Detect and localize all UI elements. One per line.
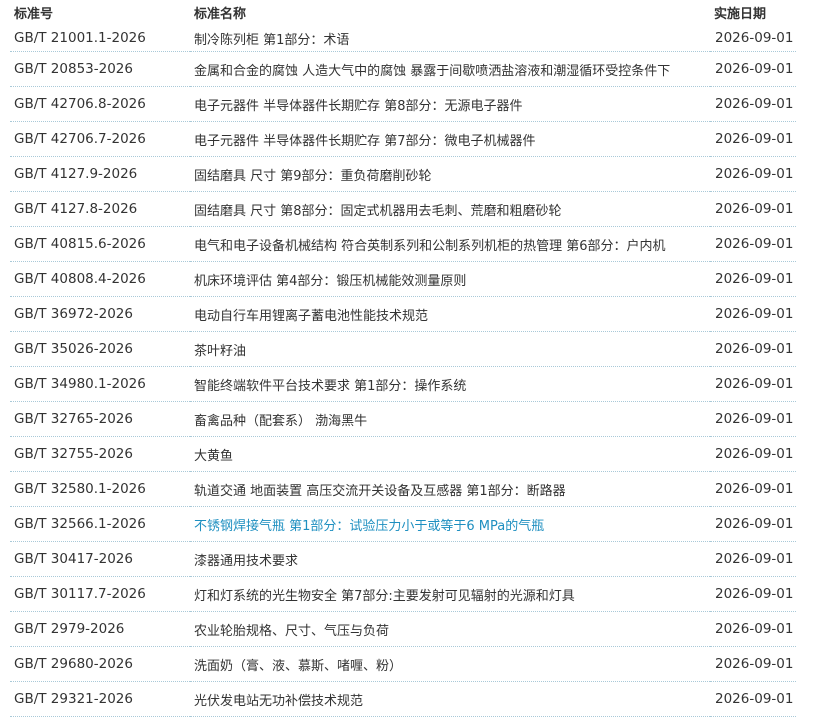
effective-date: 2026-09-01 xyxy=(710,191,796,227)
standard-code: GB/T 32580.1-2026 xyxy=(10,471,190,507)
standard-code: GB/T 30417-2026 xyxy=(10,541,190,577)
table-row[interactable]: GB/T 34980.1-2026 智能终端软件平台技术要求 第1部分：操作系统 2… xyxy=(10,366,796,402)
table-row[interactable]: GB/T 32566.1-2026 不锈钢焊接气瓶 第1部分：试验压力小于或等于6… xyxy=(10,506,796,542)
table-row[interactable]: GB/T 32765-2026 畜禽品种（配套系） 渤海黑牛 2026-09-01 xyxy=(10,401,796,437)
header-standard-code: 标准号 xyxy=(14,7,54,22)
table-row[interactable]: GB/T 40815.6-2026 电气和电子设备机械结构 符合英制系列和公制系列… xyxy=(10,226,796,262)
table-row[interactable]: GB/T 20853-2026 金属和合金的腐蚀 人造大气中的腐蚀 暴露于间歇喷洒… xyxy=(10,51,796,87)
effective-date: 2026-09-01 xyxy=(710,226,796,262)
standard-code: GB/T 34980.1-2026 xyxy=(10,366,190,402)
standard-code: GB/T 20853-2026 xyxy=(10,51,190,87)
standard-name-link[interactable]: 漆器通用技术要求 xyxy=(190,541,710,577)
standard-code: GB/T 32765-2026 xyxy=(10,401,190,437)
table-row[interactable]: GB/T 32580.1-2026 轨道交通 地面装置 高压交流开关设备及互感器 … xyxy=(10,471,796,507)
effective-date: 2026-09-01 xyxy=(710,156,796,192)
table-row[interactable]: GB/T 4127.9-2026 固结磨具 尺寸 第9部分：重负荷磨削砂轮 2026… xyxy=(10,156,796,192)
standard-name-link[interactable]: 制冷陈列柜 第1部分：术语 xyxy=(190,25,710,52)
standard-name-link[interactable]: 电气和电子设备机械结构 符合英制系列和公制系列机柜的热管理 第6部分：户内机 xyxy=(190,226,710,262)
standard-code: GB/T 42706.7-2026 xyxy=(10,121,190,157)
effective-date: 2026-09-01 xyxy=(710,646,796,682)
table-row[interactable]: GB/T 2979-2026 农业轮胎规格、尺寸、气压与负荷 2026-09-01 xyxy=(10,611,796,647)
header-effective-date: 实施日期 xyxy=(714,7,767,22)
standard-code: GB/T 4127.8-2026 xyxy=(10,191,190,227)
standard-name-link[interactable]: 光伏发电站无功补偿技术规范 xyxy=(190,681,710,717)
standard-name-link[interactable]: 农业轮胎规格、尺寸、气压与负荷 xyxy=(190,611,710,647)
standard-code: GB/T 2979-2026 xyxy=(10,611,190,647)
effective-date: 2026-09-01 xyxy=(710,541,796,577)
table-row[interactable]: GB/T 29321-2026 光伏发电站无功补偿技术规范 2026-09-01 xyxy=(10,681,796,717)
standards-table: 标准号 标准名称 实施日期 GB/T 21001.1-2026 制冷陈列柜 第1部… xyxy=(10,0,796,717)
effective-date: 2026-09-01 xyxy=(710,25,796,52)
effective-date: 2026-09-01 xyxy=(710,51,796,87)
standard-code: GB/T 32755-2026 xyxy=(10,436,190,472)
table-row[interactable]: GB/T 21001.1-2026 制冷陈列柜 第1部分：术语 2026-09-01 xyxy=(10,25,796,52)
standard-code: GB/T 35026-2026 xyxy=(10,331,190,367)
table-row[interactable]: GB/T 35026-2026 茶叶籽油 2026-09-01 xyxy=(10,331,796,367)
table-row[interactable]: GB/T 30117.7-2026 灯和灯系统的光生物安全 第7部分:主要发射可见… xyxy=(10,576,796,612)
standard-code: GB/T 21001.1-2026 xyxy=(10,25,190,52)
standard-name-link[interactable]: 洗面奶（膏、液、慕斯、啫喱、粉） xyxy=(190,646,710,682)
standard-name-link[interactable]: 轨道交通 地面装置 高压交流开关设备及互感器 第1部分：断路器 xyxy=(190,471,710,507)
header-standard-name: 标准名称 xyxy=(194,7,247,22)
effective-date: 2026-09-01 xyxy=(710,331,796,367)
effective-date: 2026-09-01 xyxy=(710,611,796,647)
effective-date: 2026-09-01 xyxy=(710,506,796,542)
standard-name-link[interactable]: 电动自行车用锂离子蓄电池性能技术规范 xyxy=(190,296,710,332)
table-row[interactable]: GB/T 36972-2026 电动自行车用锂离子蓄电池性能技术规范 2026-09… xyxy=(10,296,796,332)
standard-name-link[interactable]: 智能终端软件平台技术要求 第1部分：操作系统 xyxy=(190,366,710,402)
standard-name-link[interactable]: 不锈钢焊接气瓶 第1部分：试验压力小于或等于6 MPa的气瓶 xyxy=(190,506,710,542)
table-row[interactable]: GB/T 42706.7-2026 电子元器件 半导体器件长期贮存 第7部分：微电… xyxy=(10,121,796,157)
table-row[interactable]: GB/T 42706.8-2026 电子元器件 半导体器件长期贮存 第8部分：无源… xyxy=(10,86,796,122)
standard-name-link[interactable]: 电子元器件 半导体器件长期贮存 第7部分：微电子机械器件 xyxy=(190,121,710,157)
standard-name-link[interactable]: 茶叶籽油 xyxy=(190,331,710,367)
effective-date: 2026-09-01 xyxy=(710,86,796,122)
effective-date: 2026-09-01 xyxy=(710,261,796,297)
effective-date: 2026-09-01 xyxy=(710,296,796,332)
standard-name-link[interactable]: 机床环境评估 第4部分：锻压机械能效测量原则 xyxy=(190,261,710,297)
standard-code: GB/T 40808.4-2026 xyxy=(10,261,190,297)
standard-code: GB/T 40815.6-2026 xyxy=(10,226,190,262)
standard-code: GB/T 32566.1-2026 xyxy=(10,506,190,542)
standard-name-link[interactable]: 金属和合金的腐蚀 人造大气中的腐蚀 暴露于间歇喷洒盐溶液和潮湿循环受控条件下 xyxy=(190,51,710,87)
effective-date: 2026-09-01 xyxy=(710,121,796,157)
table-row[interactable]: GB/T 40808.4-2026 机床环境评估 第4部分：锻压机械能效测量原则 2… xyxy=(10,261,796,297)
table-header-row: 标准号 标准名称 实施日期 xyxy=(10,0,796,25)
table-row[interactable]: GB/T 29680-2026 洗面奶（膏、液、慕斯、啫喱、粉） 2026-09-0… xyxy=(10,646,796,682)
standard-name-link[interactable]: 固结磨具 尺寸 第8部分：固定式机器用去毛刺、荒磨和粗磨砂轮 xyxy=(190,191,710,227)
standard-code: GB/T 29680-2026 xyxy=(10,646,190,682)
table-row[interactable]: GB/T 32755-2026 大黄鱼 2026-09-01 xyxy=(10,436,796,472)
standard-name-link[interactable]: 灯和灯系统的光生物安全 第7部分:主要发射可见辐射的光源和灯具 xyxy=(190,576,710,612)
standard-name-link[interactable]: 固结磨具 尺寸 第9部分：重负荷磨削砂轮 xyxy=(190,156,710,192)
effective-date: 2026-09-01 xyxy=(710,576,796,612)
standard-code: GB/T 29321-2026 xyxy=(10,681,190,717)
standard-code: GB/T 4127.9-2026 xyxy=(10,156,190,192)
standard-name-link[interactable]: 大黄鱼 xyxy=(190,436,710,472)
standard-code: GB/T 42706.8-2026 xyxy=(10,86,190,122)
effective-date: 2026-09-01 xyxy=(710,436,796,472)
effective-date: 2026-09-01 xyxy=(710,366,796,402)
table-row[interactable]: GB/T 4127.8-2026 固结磨具 尺寸 第8部分：固定式机器用去毛刺、荒… xyxy=(10,191,796,227)
standard-code: GB/T 36972-2026 xyxy=(10,296,190,332)
standard-name-link[interactable]: 畜禽品种（配套系） 渤海黑牛 xyxy=(190,401,710,437)
effective-date: 2026-09-01 xyxy=(710,681,796,717)
effective-date: 2026-09-01 xyxy=(710,471,796,507)
standard-name-link[interactable]: 电子元器件 半导体器件长期贮存 第8部分：无源电子器件 xyxy=(190,86,710,122)
effective-date: 2026-09-01 xyxy=(710,401,796,437)
standard-code: GB/T 30117.7-2026 xyxy=(10,576,190,612)
table-row[interactable]: GB/T 30417-2026 漆器通用技术要求 2026-09-01 xyxy=(10,541,796,577)
